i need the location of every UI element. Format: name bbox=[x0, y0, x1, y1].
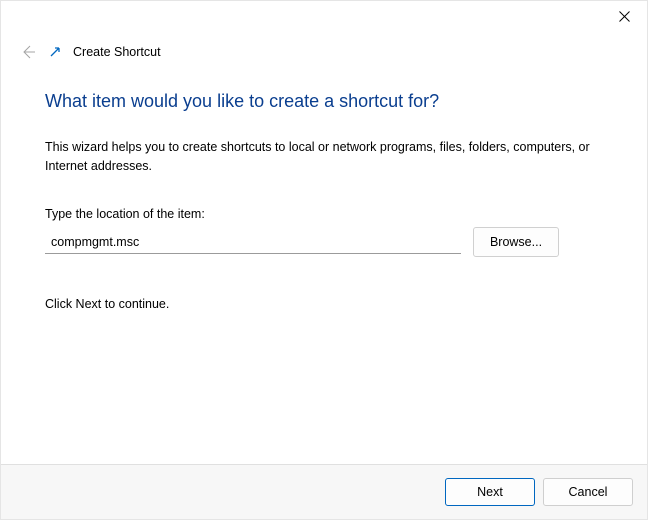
location-input[interactable] bbox=[45, 230, 461, 254]
continue-hint: Click Next to continue. bbox=[45, 297, 603, 311]
location-label: Type the location of the item: bbox=[45, 207, 603, 221]
header-row: Create Shortcut bbox=[1, 37, 647, 63]
footer: Next Cancel bbox=[1, 464, 647, 519]
page-description: This wizard helps you to create shortcut… bbox=[45, 138, 603, 177]
close-button[interactable] bbox=[601, 1, 647, 31]
close-icon bbox=[619, 11, 630, 22]
back-arrow-icon bbox=[20, 44, 36, 60]
shortcut-icon bbox=[47, 44, 63, 60]
create-shortcut-wizard: Create Shortcut What item would you like… bbox=[0, 0, 648, 520]
location-row: Browse... bbox=[45, 227, 603, 257]
titlebar bbox=[1, 1, 647, 39]
page-title: Create Shortcut bbox=[71, 45, 161, 59]
cancel-button[interactable]: Cancel bbox=[543, 478, 633, 506]
wizard-body: What item would you like to create a sho… bbox=[1, 63, 647, 464]
back-button[interactable] bbox=[17, 41, 39, 63]
next-button[interactable]: Next bbox=[445, 478, 535, 506]
page-heading: What item would you like to create a sho… bbox=[45, 91, 603, 112]
browse-button[interactable]: Browse... bbox=[473, 227, 559, 257]
